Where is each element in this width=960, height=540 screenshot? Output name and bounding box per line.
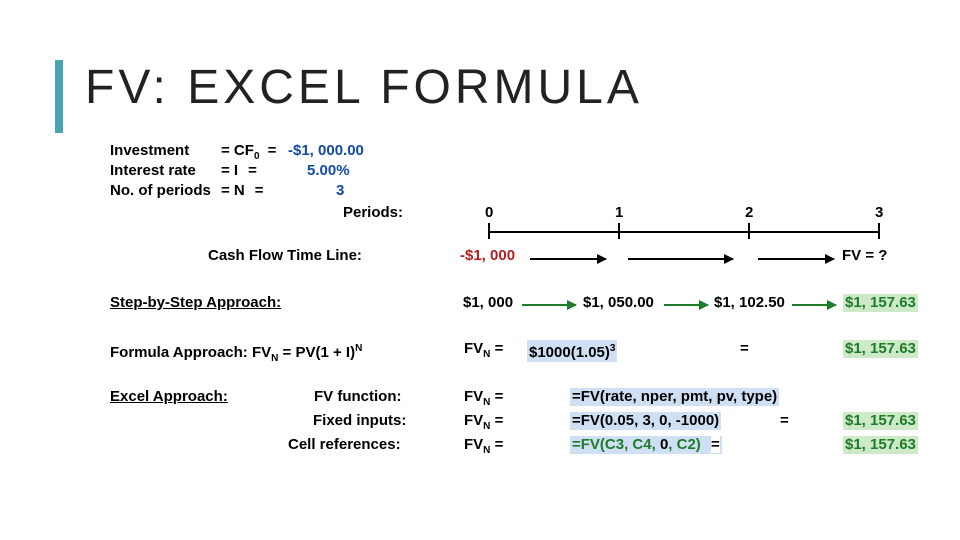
step-arrow-0-1: [522, 304, 576, 306]
excel-row2-eq: =: [780, 412, 789, 430]
period-0: 0: [485, 204, 493, 222]
step-v0: $1, 000: [463, 294, 513, 312]
nperiods-value: 3: [336, 182, 344, 200]
timeline-label: Cash Flow Time Line:: [208, 247, 362, 265]
timeline-line: [488, 231, 880, 233]
interest-label: Interest rate: [110, 162, 196, 180]
slide-title: FV: EXCEL FORMULA: [85, 60, 643, 115]
formula-expression: $1000(1.05)3: [527, 340, 617, 362]
excel-cellrefs-label: Cell references:: [288, 436, 401, 454]
excel-fixed-label: Fixed inputs:: [313, 412, 406, 430]
step-arrow-1-2: [664, 304, 708, 306]
timeline-cf0: -$1, 000: [460, 247, 515, 265]
periods-title: Periods:: [343, 204, 403, 222]
step-label: Step-by-Step Approach:: [110, 294, 281, 312]
period-1: 1: [615, 204, 623, 222]
timeline-arrow-1-2: [628, 258, 733, 260]
step-v3: $1, 157.63: [843, 294, 918, 312]
timeline-tick-1: [618, 223, 620, 239]
timeline-tick-3: [878, 223, 880, 239]
period-3: 3: [875, 204, 883, 222]
excel-row2-lhs: FVN =: [464, 412, 503, 436]
formula-result: $1, 157.63: [843, 340, 918, 358]
excel-row1-lhs: FVN =: [464, 388, 503, 412]
investment-label: Investment: [110, 142, 189, 160]
interest-value: 5.00%: [307, 162, 350, 180]
step-v1: $1, 050.00: [583, 294, 654, 312]
step-arrow-2-3: [792, 304, 836, 306]
timeline-tick-2: [748, 223, 750, 239]
investment-value: -$1, 000.00: [288, 142, 364, 160]
formula-approach-label: Formula Approach: FVN = PV(1 + I)N: [110, 340, 362, 368]
title-accent-bar: [55, 60, 63, 133]
timeline-arrow-0-1: [530, 258, 606, 260]
excel-row2-rhs: =FV(0.05, 3, 0, -1000): [570, 412, 721, 430]
step-v2: $1, 102.50: [714, 294, 785, 312]
nperiods-eq: = N=: [221, 182, 264, 200]
excel-row1-rhs: =FV(rate, nper, pmt, pv, type): [570, 388, 779, 406]
excel-row3-rhs: =FV(C3, C4, 0, C2) =: [570, 436, 722, 454]
excel-row3-result: $1, 157.63: [843, 436, 918, 454]
excel-row2-result: $1, 157.63: [843, 412, 918, 430]
timeline-arrow-2-3: [758, 258, 834, 260]
excel-row3-lhs: FVN =: [464, 436, 503, 460]
formula-eq2: =: [740, 340, 749, 358]
excel-approach-label: Excel Approach:: [110, 388, 228, 406]
timeline-tick-0: [488, 223, 490, 239]
nperiods-label: No. of periods: [110, 182, 211, 200]
excel-fvfunction-label: FV function:: [314, 388, 401, 406]
timeline-fvq: FV = ?: [842, 247, 887, 265]
formula-fvn-eq: FVN =: [464, 340, 503, 364]
interest-eq: = I=: [221, 162, 257, 180]
period-2: 2: [745, 204, 753, 222]
